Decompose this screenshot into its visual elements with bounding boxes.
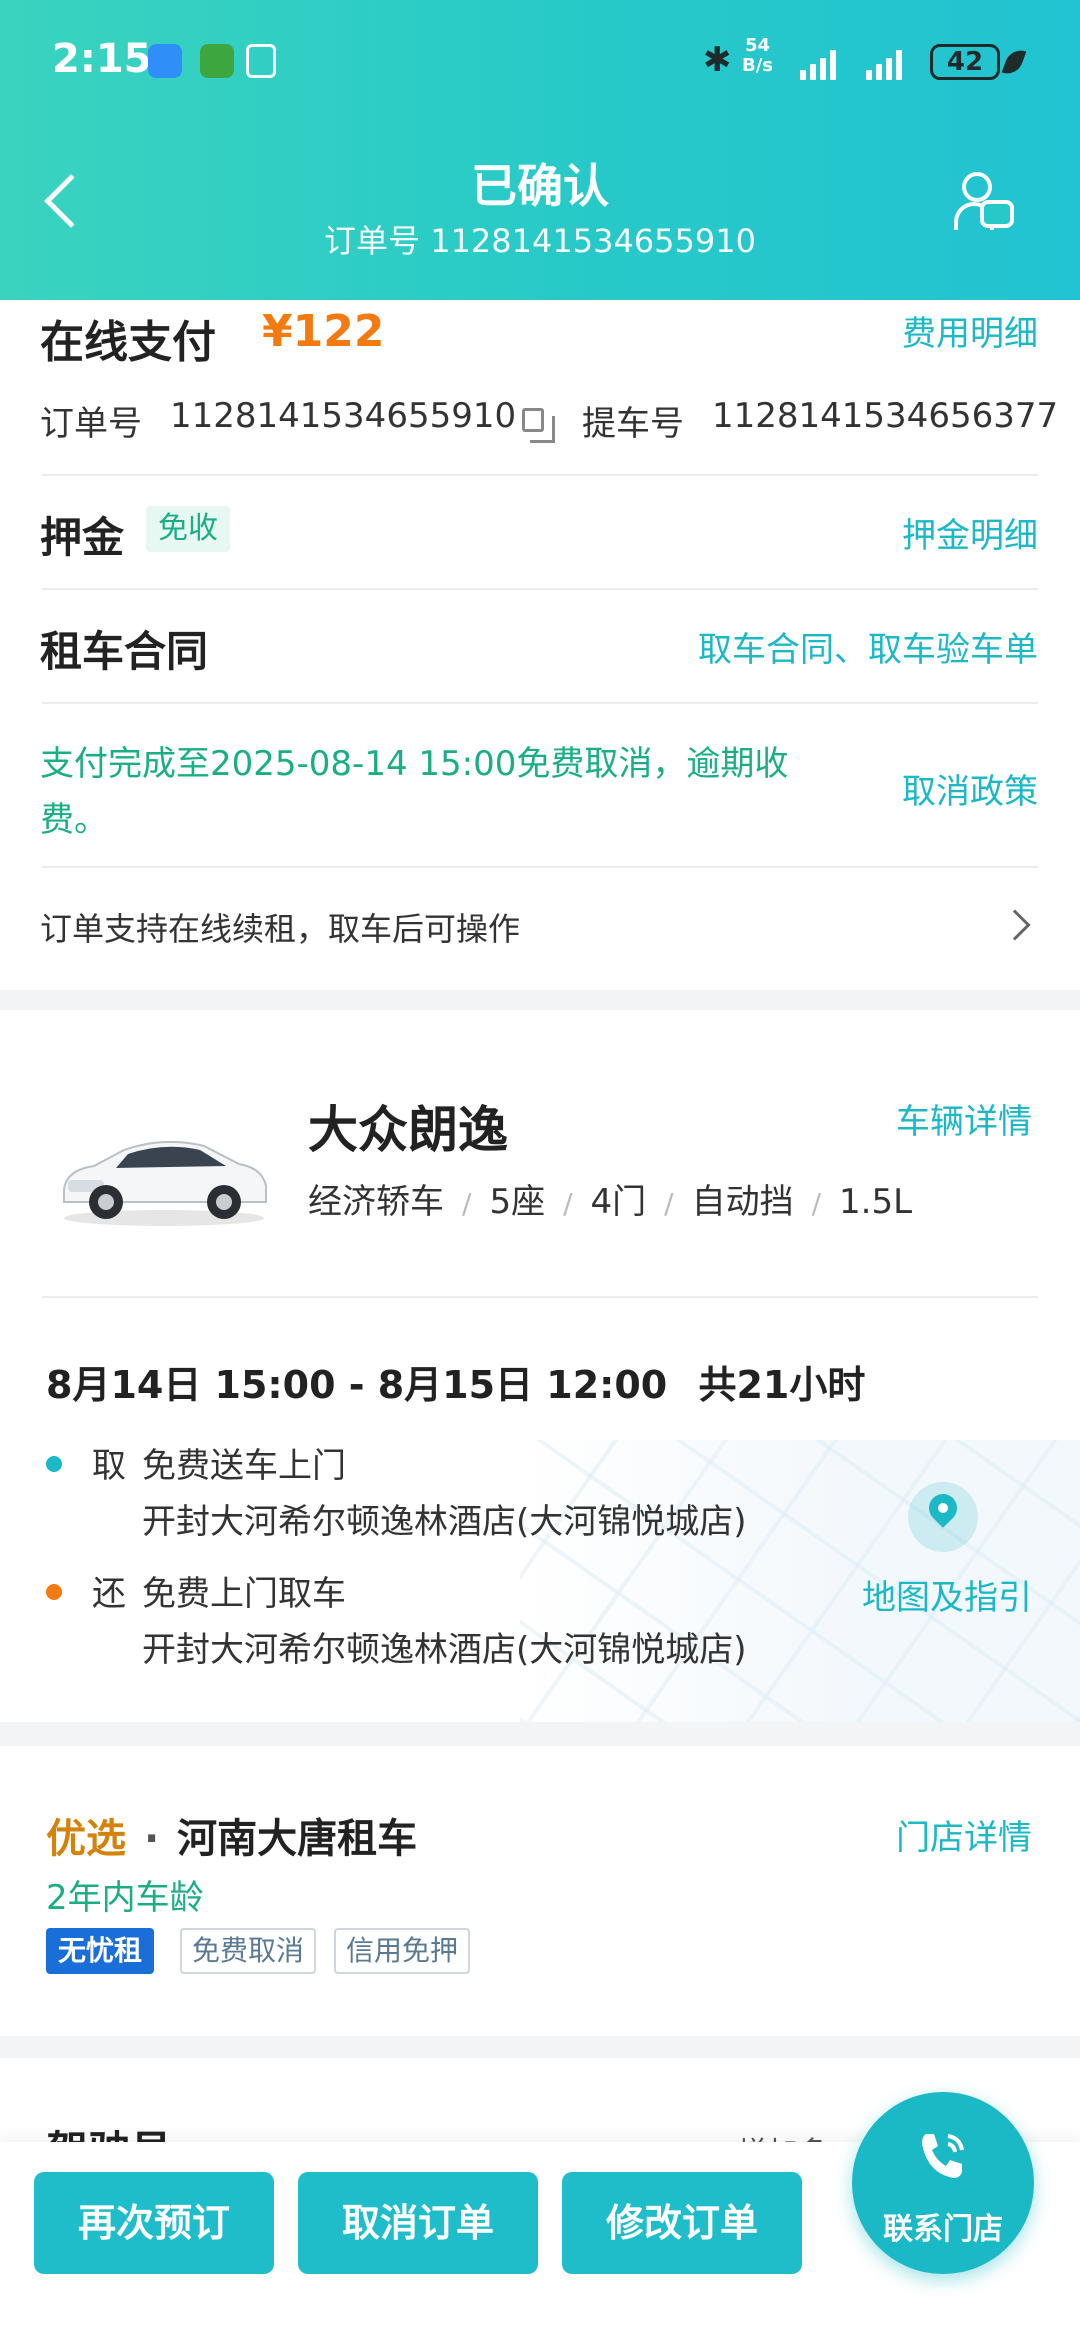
car-name: 大众朗逸 (308, 1101, 508, 1159)
time-range: 8月14日 15:00 - 8月15日 12:00 (46, 1363, 668, 1407)
order-no-label: 订单号 (40, 404, 142, 444)
bluetooth-icon: ✱ (703, 40, 732, 80)
net-speed-value: 54 (744, 35, 771, 56)
spec-engine: 1.5L (839, 1182, 913, 1222)
tag-credit-deposit-free: 信用免押 (334, 1928, 471, 1974)
tag-free-cancel: 免费取消 (180, 1928, 317, 1974)
power-saving-icon (1001, 46, 1027, 78)
pickup-address: 开封大河希尔顿逸林酒店(大河锦悦城店) (142, 1502, 747, 1542)
contract-label: 租车合同 (40, 627, 209, 676)
phone-icon (922, 2134, 964, 2178)
return-tag: 还 (92, 1574, 126, 1614)
payment-amount: ¥122 (262, 306, 385, 357)
page-subtitle: 订单号 1128141534655910 (324, 222, 756, 260)
copy-icon[interactable] (522, 408, 555, 443)
spec-doors: 4门 (590, 1182, 647, 1222)
car-age: 2年内车龄 (46, 1878, 204, 1918)
cancel-notice-line2: 费。 (40, 800, 108, 840)
header: 2:15 ✱ 54 B/s 42 已确认 订单号 112814153465591… (0, 0, 1080, 300)
return-method: 免费上门取车 (142, 1574, 346, 1614)
divider (42, 1296, 1038, 1298)
deposit-free-badge: 免收 (146, 506, 230, 552)
spec-type: 经济轿车 (308, 1182, 444, 1222)
order-no-value: 1128141534655910 (170, 396, 517, 436)
car-card: 大众朗逸 车辆详情 经济轿车/5座/4门 / 自动挡/1.5L 8月14日 15:0… (0, 1010, 1080, 1722)
net-speed: 54 B/s (742, 36, 773, 76)
pickup-tag: 取 (92, 1446, 126, 1486)
tag-worry-free: 无忧租 (46, 1928, 155, 1974)
map-guide-link[interactable]: 地图及指引 (862, 1570, 1032, 1619)
store-title: 优选 · 河南大唐租车 (46, 1806, 417, 1864)
signal-icon (800, 46, 844, 80)
customer-service-icon[interactable] (954, 172, 1014, 234)
deposit-label: 押金 (40, 513, 125, 562)
app-notification-icon (200, 44, 234, 78)
car-image (63, 1140, 267, 1226)
divider (42, 588, 1038, 590)
store-card: 优选 · 河南大唐租车 门店详情 2年内车龄 无忧租 免费取消 信用免押 (0, 1746, 1080, 2036)
store-detail-link[interactable]: 门店详情 (896, 1810, 1032, 1859)
rental-duration: 共21小时 (698, 1363, 866, 1407)
map-pin-icon[interactable] (908, 1482, 978, 1552)
payment-label: 在线支付 (40, 317, 216, 368)
signal-icon-2 (866, 46, 910, 80)
rental-time: 8月14日 15:00 - 8月15日 12:00 共21小时 (46, 1354, 865, 1409)
message-app-icon (148, 44, 182, 78)
spec-transmission: 自动挡 (691, 1182, 794, 1222)
pickup-no-value: 1128141534656377 (712, 396, 1059, 436)
return-dot (46, 1584, 62, 1600)
net-speed-unit: B/s (742, 55, 774, 76)
contact-store-label: 联系门店 (883, 2212, 1003, 2247)
status-bar: 2:15 ✱ 54 B/s 42 (0, 0, 1080, 120)
nfc-icon (246, 44, 276, 78)
pickup-no-label: 提车号 (582, 404, 684, 444)
contract-link[interactable]: 取车合同、取车验车单 (698, 622, 1038, 671)
modify-order-button[interactable]: 修改订单 (562, 2172, 802, 2274)
divider (42, 702, 1038, 704)
divider (42, 474, 1038, 476)
store-dot: · (143, 1816, 160, 1862)
spec-seats: 5座 (489, 1182, 546, 1222)
contact-store-button[interactable]: 联系门店 (852, 2092, 1034, 2274)
deposit-detail-link[interactable]: 押金明细 (902, 508, 1038, 557)
battery-icon: 42 (930, 44, 1000, 80)
cancel-order-button[interactable]: 取消订单 (298, 2172, 538, 2274)
page-title: 已确认 (471, 159, 609, 213)
return-address: 开封大河希尔顿逸林酒店(大河锦悦城店) (142, 1630, 747, 1670)
divider (42, 866, 1038, 868)
car-specs: 经济轿车/5座/4门 / 自动挡/1.5L (308, 1182, 913, 1222)
rebook-button[interactable]: 再次预订 (34, 2172, 274, 2274)
store-tier: 优选 (46, 1816, 126, 1862)
cancel-policy-link[interactable]: 取消政策 (902, 764, 1038, 813)
renew-row[interactable]: 订单支持在线续租，取车后可操作 (40, 904, 520, 950)
status-time: 2:15 (52, 36, 152, 82)
car-detail-link[interactable]: 车辆详情 (896, 1094, 1032, 1143)
pickup-dot (46, 1456, 62, 1472)
pickup-method: 免费送车上门 (142, 1446, 346, 1486)
fee-detail-link[interactable]: 费用明细 (902, 306, 1038, 355)
store-name: 河南大唐租车 (177, 1816, 418, 1862)
cancel-notice-line1: 支付完成至2025-08-14 15:00免费取消，逾期收 (40, 744, 789, 784)
